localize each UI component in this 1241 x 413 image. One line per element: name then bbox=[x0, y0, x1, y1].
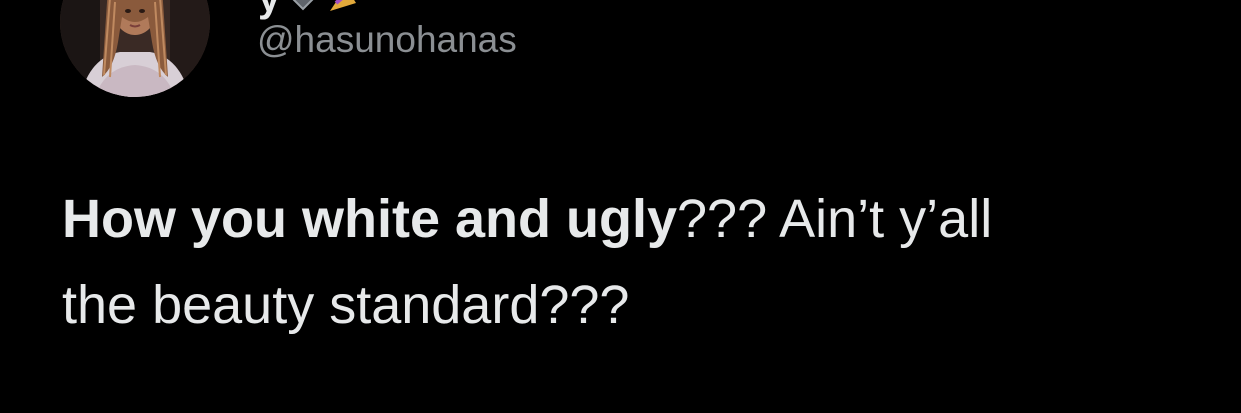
display-name: y bbox=[258, 0, 280, 18]
tweet-text-line2: the beauty standard??? bbox=[62, 275, 630, 335]
display-name-row[interactable]: y bbox=[258, 0, 370, 18]
diamond-icon bbox=[286, 0, 320, 18]
avatar[interactable] bbox=[60, 0, 210, 97]
tweet-card: y @hasunohanas How you white and ugly???… bbox=[0, 0, 1241, 413]
tweet-text: How you white and ugly??? Ain’t y’all the… bbox=[62, 176, 1212, 348]
author-handle[interactable]: @hasunohanas bbox=[257, 21, 517, 58]
tweet-text-bold: How you white and ugly bbox=[62, 189, 678, 249]
tweet-text-line1-rest: ??? Ain’t y’all bbox=[677, 189, 993, 249]
profile-avatar-icon bbox=[60, 0, 210, 97]
party-popper-icon bbox=[326, 0, 370, 18]
